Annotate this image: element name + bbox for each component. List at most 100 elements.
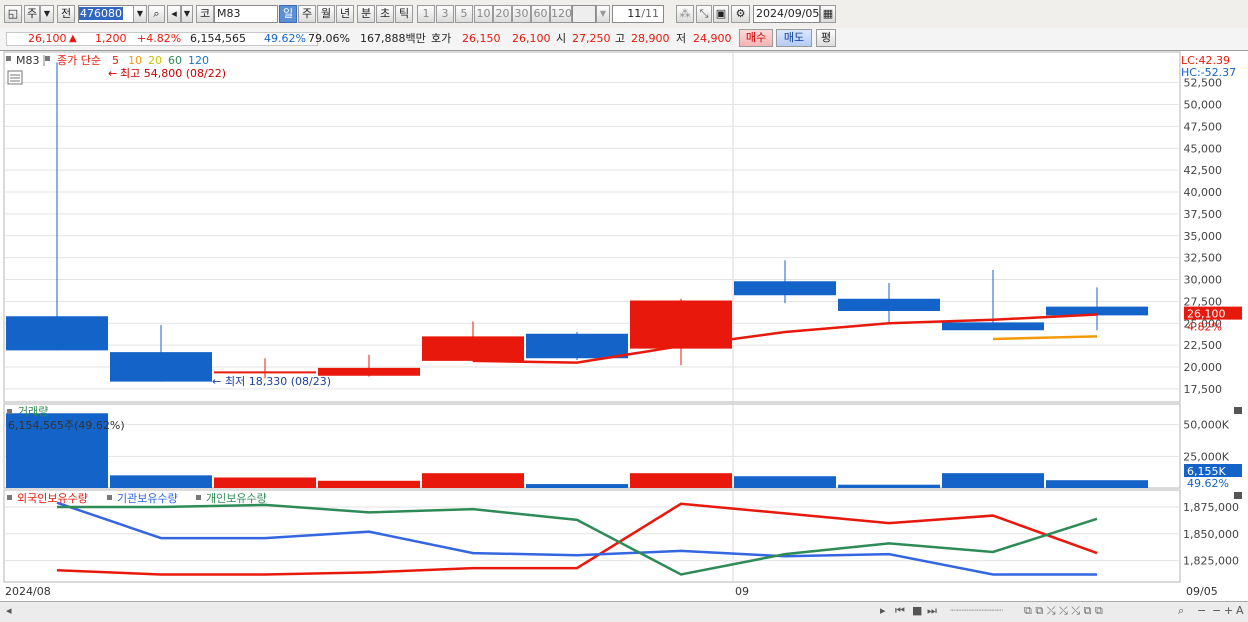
candle-body: [1046, 306, 1148, 316]
period-tick-button[interactable]: 틱: [395, 5, 413, 23]
count-total: /11: [641, 7, 659, 20]
legend-handle-icon[interactable]: [45, 56, 50, 61]
volume-bar: [1046, 480, 1148, 488]
speaker-icon[interactable]: ◂: [167, 5, 181, 23]
name-input[interactable]: M83: [214, 5, 278, 23]
buy-button[interactable]: 매수: [739, 29, 773, 47]
period-minute-button[interactable]: 분: [357, 5, 375, 23]
calendar-icon[interactable]: ▦: [820, 5, 836, 23]
volume-bar: [838, 484, 940, 488]
legend-ma20: 20: [148, 54, 162, 67]
interval-5-button[interactable]: 5: [455, 5, 473, 23]
draw-icon[interactable]: ⤡: [696, 5, 712, 23]
volume-close-icon[interactable]: [1234, 407, 1242, 414]
candle-body: [110, 352, 212, 382]
candle-body: [838, 298, 940, 311]
holdings-handle-icon[interactable]: [7, 495, 12, 500]
legend-ma10: 10: [128, 54, 142, 67]
mode-dropdown-icon[interactable]: ▼: [40, 5, 54, 23]
mode-button[interactable]: 주: [24, 5, 40, 23]
volume-bar: [422, 473, 524, 488]
chart-svg[interactable]: 17,50020,00022,50025,00027,50030,00032,5…: [0, 51, 1248, 601]
period-week-button[interactable]: 주: [298, 5, 316, 23]
holdings-panel-frame: [3, 489, 1181, 583]
holdings-close-icon[interactable]: [1234, 492, 1242, 499]
count-input[interactable]: 11/11: [612, 5, 664, 23]
interval-20-button[interactable]: 20: [493, 5, 512, 23]
quote-volume-ratio: 49.62%: [264, 32, 306, 45]
price-tick-label: 32,500: [1184, 252, 1223, 265]
zoom-reset-icon[interactable]: −: [1212, 602, 1221, 620]
legend-individual-handle-icon[interactable]: [196, 495, 201, 500]
candle-body: [422, 336, 524, 361]
volume-panel-handle-icon[interactable]: [7, 409, 12, 414]
code-input[interactable]: 476080: [78, 5, 134, 23]
window-menu-icon[interactable]: ◱: [4, 5, 22, 23]
code-dropdown-icon[interactable]: ▼: [133, 5, 147, 23]
x-axis-mid-label: 09: [735, 585, 749, 598]
price-tick-label: 45,000: [1184, 142, 1223, 155]
link-icon[interactable]: ⁂: [676, 5, 694, 23]
save-icon[interactable]: ▣: [713, 5, 729, 23]
high-label: 고: [615, 32, 626, 45]
quote-low: 24,900: [693, 32, 732, 45]
interval-30-button[interactable]: 30: [512, 5, 531, 23]
font-size-icon[interactable]: A: [1236, 602, 1244, 620]
interval-3-button[interactable]: 3: [436, 5, 454, 23]
code-prefix-label: 코: [196, 5, 214, 23]
zoom-out-icon[interactable]: −: [1197, 602, 1206, 620]
interval-10-button[interactable]: 10: [474, 5, 493, 23]
zoom-icon[interactable]: ⌕: [1178, 602, 1184, 620]
price-tick-label: 40,000: [1184, 186, 1223, 199]
volume-current-label: 6,154,565주(49.62%): [8, 419, 125, 432]
holdings-tick-label: 1,850,000: [1183, 528, 1239, 541]
legend-institution-handle-icon[interactable]: [107, 495, 112, 500]
legend-ma60: 60: [168, 54, 182, 67]
sell-button[interactable]: 매도: [776, 29, 812, 47]
interval-60-button[interactable]: 60: [531, 5, 550, 23]
volume-current-pct: 49.62%: [1187, 477, 1229, 490]
eval-button[interactable]: 평: [816, 29, 836, 47]
volume-tick-label: 25,000K: [1183, 450, 1229, 463]
rewind-icon[interactable]: ⏮: [895, 602, 905, 620]
open-label: 시: [556, 32, 567, 45]
quote-amount: 167,888백만: [360, 32, 426, 45]
interval-dropdown-icon[interactable]: ▼: [596, 5, 610, 23]
legend-ma5: 5: [112, 54, 119, 67]
zoom-in-icon[interactable]: +: [1224, 602, 1233, 620]
gear-icon[interactable]: ⚙: [731, 5, 750, 23]
institution-holdings-line: [56, 501, 1097, 576]
forward-icon[interactable]: ⏭: [927, 602, 937, 620]
scroll-left-icon[interactable]: ◂: [6, 602, 12, 620]
speaker-dropdown-icon[interactable]: ▼: [181, 5, 193, 23]
period-day-button[interactable]: 일: [279, 5, 297, 23]
interval-1-button[interactable]: 1: [417, 5, 435, 23]
price-tick-label: 22,500: [1184, 339, 1223, 352]
interval-custom-input[interactable]: [572, 5, 596, 23]
search-icon[interactable]: ⌕: [148, 5, 165, 23]
period-year-button[interactable]: 년: [336, 5, 354, 23]
gridlines: 17,50020,00022,50025,00027,50030,00032,5…: [5, 77, 1239, 568]
scroll-bar[interactable]: ◂ ▸ ⏮ ■ ⏭ ┈┈┈┈┈┈┈┈ ⧉ ⧉ ⤯ ⤯ ⤯ ⧉ ⧉ ⌕ − − +…: [0, 601, 1248, 622]
stop-icon[interactable]: ■: [912, 602, 922, 620]
date-input[interactable]: 2024/09/05: [753, 5, 820, 23]
current-price-pct: 4.82%: [1187, 321, 1222, 334]
price-tick-label: 47,500: [1184, 120, 1223, 133]
low-annotation: 최저 18,330 (08/23): [225, 375, 331, 388]
period-second-button[interactable]: 초: [376, 5, 394, 23]
interval-120-button[interactable]: 120: [550, 5, 572, 23]
prev-button[interactable]: 전: [57, 5, 75, 23]
play-icon[interactable]: ▸: [880, 602, 886, 620]
zoom-slider-icon[interactable]: ┈┈┈┈┈┈┈┈: [950, 602, 1003, 620]
price-tick-label: 30,000: [1184, 274, 1223, 287]
candle-body: [734, 281, 836, 296]
low-label: 저: [676, 32, 687, 45]
price-tick-label: 20,000: [1184, 361, 1223, 374]
period-month-button[interactable]: 월: [317, 5, 335, 23]
quote-bar: 26,100 ▲ 1,200 +4.82% 6,154,565 49.62% 7…: [0, 28, 1248, 51]
panel-handle-icon[interactable]: [6, 56, 11, 61]
volume-bar: [110, 475, 212, 488]
up-arrow-icon: ▲: [69, 33, 77, 44]
tool-icons[interactable]: ⧉ ⧉ ⤯ ⤯ ⤯ ⧉ ⧉: [1024, 602, 1103, 620]
current-price-label: 26,100: [1187, 308, 1226, 321]
